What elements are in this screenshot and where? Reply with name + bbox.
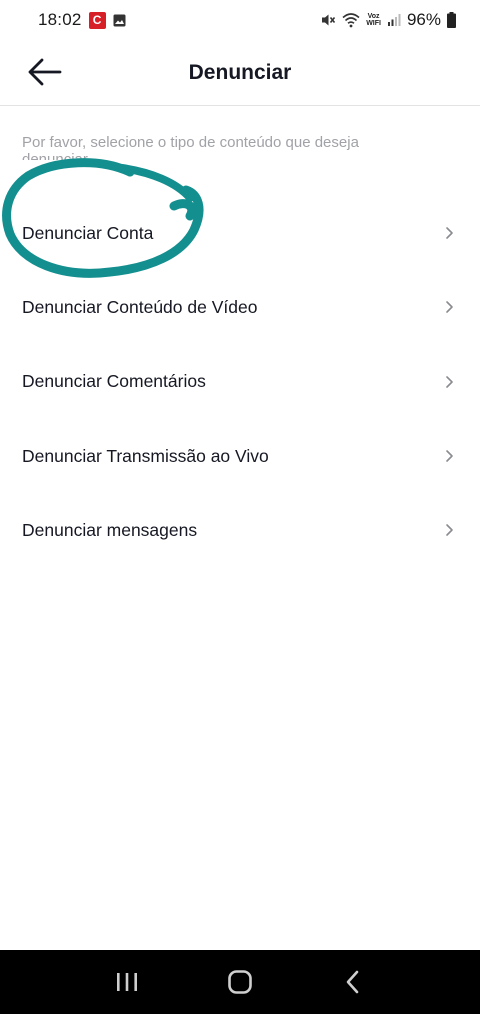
signal-icon	[387, 14, 401, 26]
report-video-item[interactable]: Denunciar Conteúdo de Vídeo	[0, 270, 480, 344]
menu-item-label: Denunciar Transmissão ao Vivo	[22, 445, 269, 466]
menu-item-label: Denunciar Conteúdo de Vídeo	[22, 296, 258, 317]
recent-apps-button[interactable]	[102, 960, 152, 1004]
chevron-right-icon	[446, 524, 453, 537]
status-icons: Voz WIFI 96%	[320, 10, 456, 30]
instructions-text: Por favor, selecione o tipo de conteúdo …	[22, 134, 359, 160]
nav-back-icon	[347, 970, 359, 994]
chevron-right-icon	[446, 450, 453, 462]
recent-apps-icon	[116, 973, 137, 991]
status-time: 18:02	[38, 10, 82, 29]
status-bar: 18:02 C Voz WIFI 96%	[0, 0, 480, 40]
wifi-label: WIFI	[366, 20, 381, 27]
voz-label: Voz	[367, 13, 380, 20]
report-live-item[interactable]: Denunciar Transmissão ao Vivo	[0, 419, 480, 493]
report-account-item[interactable]: Denunciar Conta	[0, 196, 480, 270]
arrow-left-icon	[28, 58, 62, 86]
home-icon	[228, 970, 252, 994]
chevron-right-icon	[446, 375, 453, 388]
chevron-right-icon	[446, 301, 453, 314]
home-button[interactable]	[215, 960, 265, 1004]
mute-icon	[322, 14, 336, 26]
report-type-list: Denunciar Conta Denunciar Conteúdo de Ví…	[0, 196, 480, 567]
wifi-icon	[342, 13, 360, 28]
menu-item-label: Denunciar Conta	[22, 222, 154, 243]
header: Denunciar	[0, 40, 480, 106]
report-messages-item[interactable]: Denunciar mensagens	[0, 493, 480, 567]
report-comments-item[interactable]: Denunciar Comentários	[0, 345, 480, 419]
nav-back-button[interactable]	[328, 960, 378, 1004]
voz-wifi-indicator: Voz WIFI	[366, 13, 381, 27]
page-title: Denunciar	[188, 60, 292, 84]
battery-icon	[447, 12, 456, 28]
back-button[interactable]	[22, 52, 66, 92]
menu-item-label: Denunciar mensagens	[22, 519, 198, 540]
chevron-right-icon	[446, 227, 453, 239]
navigation-bar	[0, 950, 480, 1014]
notification-app-icon: C	[88, 11, 106, 29]
gallery-notification-icon	[113, 14, 126, 26]
menu-item-label: Denunciar Comentários	[22, 371, 206, 392]
battery-percentage: 96%	[406, 10, 441, 29]
